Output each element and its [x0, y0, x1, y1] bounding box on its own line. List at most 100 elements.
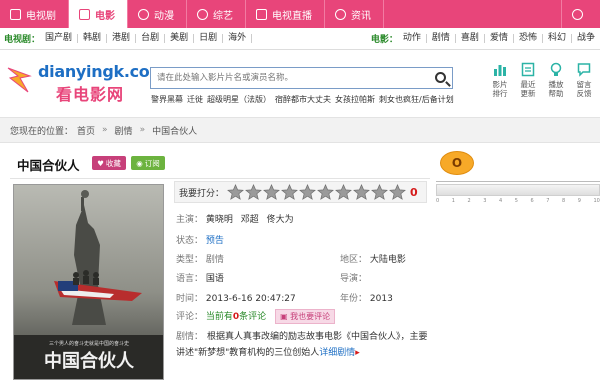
tool-updates[interactable]: 最近 更新: [514, 62, 542, 98]
tool-help[interactable]: 播放 帮助: [542, 62, 570, 98]
film-icon: [79, 8, 90, 20]
favorite-label: 收藏: [105, 158, 121, 168]
region-label: 地区：: [340, 255, 368, 265]
hotword-link[interactable]: 宿醉都市大丈夫: [275, 94, 331, 105]
news-icon: [335, 8, 346, 20]
ruler-tick-label: 1: [451, 198, 455, 204]
hotword-link[interactable]: 迁徙: [187, 94, 203, 105]
star-icon[interactable]: [245, 184, 262, 200]
star-icon[interactable]: [281, 184, 298, 200]
ruler-tick-label: 4: [499, 198, 503, 204]
tv-category-item[interactable]: 国产剧: [40, 34, 79, 43]
score-ruler-ticks: 0 1 2 3 4 5 6 7 8 9 10: [436, 198, 600, 206]
movie-category-item[interactable]: 科幻: [543, 34, 572, 43]
message-icon: [577, 63, 591, 77]
tab-live[interactable]: 电视直播: [246, 0, 325, 28]
ruler-tick-label: 2: [467, 198, 471, 204]
breadcrumb-item[interactable]: 首页: [77, 124, 95, 137]
comment-icon: ▣: [280, 312, 291, 321]
star-icon[interactable]: [227, 184, 244, 200]
tool-label: 帮助: [548, 89, 564, 98]
tv-category-item[interactable]: 台剧: [136, 34, 166, 43]
ruler-tick-label: 9: [577, 198, 581, 204]
cast-link[interactable]: 邓超: [241, 215, 259, 225]
hotword-link[interactable]: 超级明星（法版）: [207, 94, 271, 105]
ruler-tick-label: 5: [514, 198, 518, 204]
star-icon[interactable]: [389, 184, 406, 200]
logo-text-cn[interactable]: 看电影网: [56, 81, 124, 105]
top-nav: 电视剧 电影 动漫 综艺 电视直播 资讯: [0, 0, 600, 28]
hotword-link[interactable]: 警界黑幕: [151, 94, 183, 105]
comment-label: 评论：: [176, 312, 204, 322]
logo-lightning-icon[interactable]: [6, 66, 32, 94]
tv-category-item[interactable]: 港剧: [107, 34, 137, 43]
movie-poster[interactable]: 三个男人的奋斗史就是中国的奋斗史 中国合伙人: [13, 184, 164, 380]
tab-label: 电影: [95, 10, 115, 22]
region-value[interactable]: 大陆电影: [370, 255, 406, 265]
tv-category-item[interactable]: 日剧: [194, 34, 224, 43]
hotword-link[interactable]: 刺女也疯狂/后备计划: [379, 94, 454, 105]
region-row: 地区： 大陆电影: [340, 252, 406, 265]
tab-news[interactable]: 资讯: [325, 0, 384, 28]
movie-category-item[interactable]: 战争: [572, 34, 600, 43]
breadcrumb-item[interactable]: 剧情: [115, 124, 133, 137]
arrow-icon: ▸: [355, 348, 360, 358]
ruler-tick-label: 8: [562, 198, 566, 204]
update-icon: [521, 62, 535, 77]
comment-suffix: 条评论: [239, 312, 267, 322]
plot-more-link[interactable]: 详细剧情: [319, 348, 355, 358]
write-comment-button[interactable]: ▣ 我也要评论: [275, 309, 336, 324]
cast-label: 主演：: [176, 215, 204, 225]
star-icon[interactable]: [335, 184, 352, 200]
director-label: 导演：: [340, 274, 368, 284]
star-icon[interactable]: [371, 184, 388, 200]
tab-tv[interactable]: 电视剧: [0, 0, 69, 28]
tool-label: 最近: [520, 80, 536, 89]
movie-category-item[interactable]: 剧情: [427, 34, 456, 43]
comment-row: 评论： 当前有0条评论 ▣ 我也要评论: [176, 309, 336, 324]
ruler-tick-label: 6: [530, 198, 534, 204]
movie-category-item[interactable]: 恐怖: [514, 34, 543, 43]
heart-icon: ♥: [97, 158, 104, 168]
favorite-button[interactable]: ♥ 收藏: [92, 156, 126, 170]
type-value[interactable]: 剧情: [206, 255, 224, 265]
cast-link[interactable]: 黄晓明: [206, 215, 233, 225]
tv-category-item[interactable]: 海外: [223, 34, 253, 43]
tool-label: 更新: [520, 89, 536, 98]
tab-anime[interactable]: 动漫: [128, 0, 187, 28]
tool-ranking[interactable]: 影片 排行: [486, 62, 514, 98]
tv-category-item[interactable]: 美剧: [165, 34, 195, 43]
tab-label: 电视剧: [26, 10, 56, 22]
movie-category-item[interactable]: 动作: [398, 34, 427, 43]
status-row: 状态： 预告: [176, 233, 224, 246]
movie-category-item[interactable]: 爱情: [485, 34, 514, 43]
hotword-link[interactable]: 女孩拉帕斯: [335, 94, 375, 105]
tv-category-item[interactable]: 韩剧: [78, 34, 108, 43]
logo-text-en[interactable]: dianyingk.com: [38, 62, 166, 81]
star-icon[interactable]: [299, 184, 316, 200]
star-icon[interactable]: [353, 184, 370, 200]
time-row: 时间： 2013-6-16 20:47:27: [176, 291, 296, 304]
star-icon[interactable]: [317, 184, 334, 200]
poster-tagline: 三个男人的奋斗史就是中国的奋斗史: [49, 340, 129, 347]
movie-category-item[interactable]: 喜剧: [456, 34, 485, 43]
star-icon[interactable]: [263, 184, 280, 200]
tab-variety[interactable]: 综艺: [187, 0, 246, 28]
breadcrumb-separator: »: [102, 125, 108, 135]
search-icon[interactable]: [435, 72, 446, 83]
plot-label: 剧情：: [176, 332, 204, 342]
search-input[interactable]: [151, 68, 421, 88]
status-label: 状态：: [176, 236, 204, 246]
tab-movie[interactable]: 电影: [69, 0, 128, 28]
cast-link[interactable]: 佟大为: [267, 215, 294, 225]
director-row: 导演：: [340, 271, 367, 284]
tab-history[interactable]: [561, 0, 600, 28]
tab-label: 资讯: [351, 10, 371, 22]
time-label: 时间：: [176, 294, 204, 304]
breadcrumb-prefix: 您现在的位置：: [10, 126, 74, 137]
tool-feedback[interactable]: 留言 反馈: [570, 62, 598, 98]
subscribe-button[interactable]: ◉ 订阅: [131, 156, 165, 170]
rating-stars: [227, 184, 407, 200]
language-label: 语言：: [176, 274, 204, 284]
type-row: 类型： 剧情: [176, 252, 224, 265]
